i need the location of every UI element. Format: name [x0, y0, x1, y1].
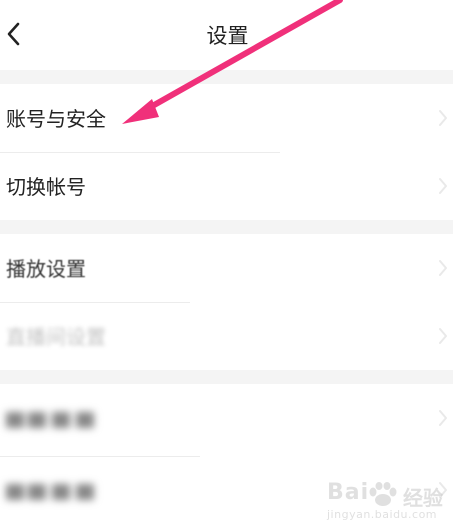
playback-settings-label: 播放设置	[6, 257, 86, 281]
chevron-right-icon	[439, 110, 447, 126]
switch-account-row[interactable]: 切换帐号	[0, 152, 453, 220]
chevron-right-icon	[439, 260, 447, 276]
playback-settings-row[interactable]: 播放设置	[0, 234, 453, 302]
settings-group-account: 账号与安全 切换帐号	[0, 84, 453, 220]
watermark-brand: Bai	[327, 480, 370, 505]
settings-group-playback: 播放设置 直播间设置	[0, 234, 453, 370]
blurred-row-1[interactable]	[0, 384, 453, 452]
chevron-right-icon	[439, 410, 447, 426]
live-room-settings-row[interactable]: 直播间设置	[0, 302, 453, 370]
switch-account-label: 切换帐号	[6, 175, 86, 199]
account-security-label: 账号与安全	[6, 107, 106, 131]
blurred-label-1	[6, 410, 102, 430]
blurred-text-shape	[6, 412, 94, 428]
live-room-settings-label: 直播间设置	[6, 325, 106, 349]
account-security-row[interactable]: 账号与安全	[0, 84, 453, 152]
page-title: 设置	[206, 24, 249, 48]
watermark-url: jingyan.baidu.com	[327, 508, 438, 521]
paw-icon	[369, 482, 397, 506]
chevron-right-icon	[439, 328, 447, 344]
blurred-label-2	[6, 482, 102, 502]
blurred-text-shape	[6, 484, 94, 500]
settings-screen: 设置 账号与安全 切换帐号 播放设置 直播间设置 Bai 经验 jingyan.…	[0, 0, 453, 532]
chevron-right-icon	[439, 178, 447, 194]
watermark-suffix: 经验	[403, 486, 443, 510]
header-bar: 设置	[0, 0, 453, 70]
baidu-jingyan-watermark: Bai 经验 jingyan.baidu.com	[327, 480, 447, 524]
